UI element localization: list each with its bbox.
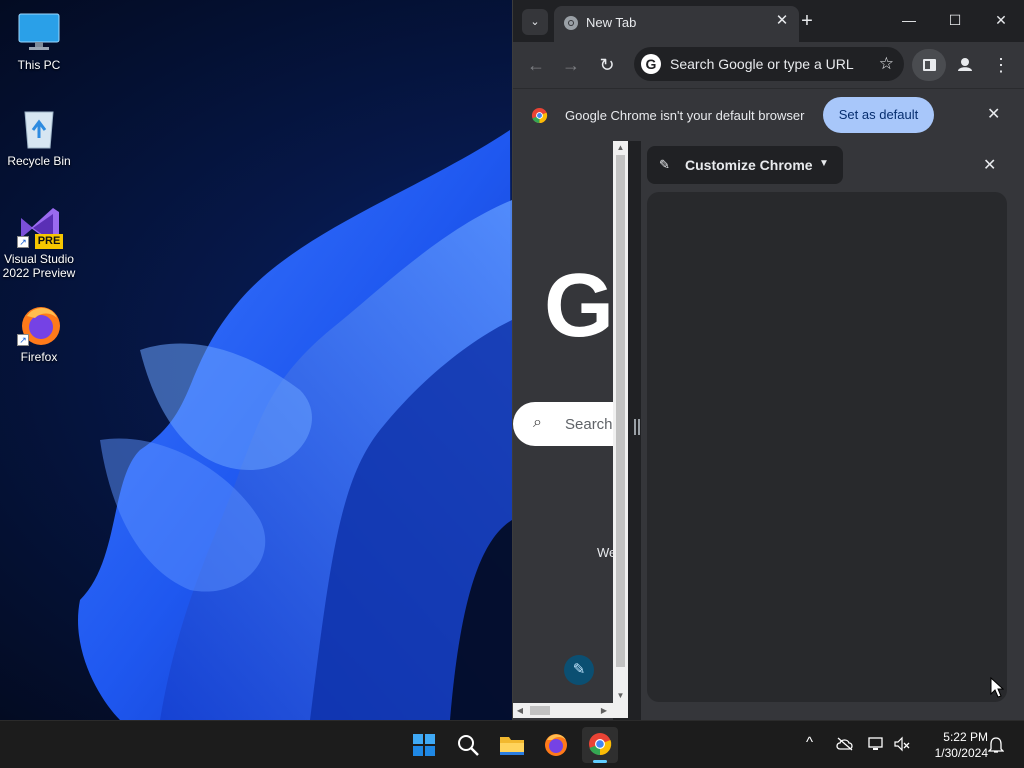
scrollbar-thumb[interactable] bbox=[530, 706, 550, 715]
active-app-indicator bbox=[593, 760, 607, 763]
chrome-logo-icon bbox=[531, 107, 548, 124]
start-button[interactable] bbox=[406, 727, 442, 763]
side-panel-close-button[interactable]: ✕ bbox=[983, 155, 996, 175]
side-panel-button[interactable] bbox=[912, 49, 946, 81]
shortcut-arrow-icon: ↗ bbox=[17, 236, 29, 248]
set-as-default-button[interactable]: Set as default bbox=[823, 97, 934, 133]
horizontal-scrollbar[interactable]: ◀ ▶ bbox=[513, 703, 628, 718]
google-logo: G bbox=[544, 256, 613, 356]
tab-new-tab[interactable]: New Tab ✕ bbox=[554, 6, 799, 42]
desktop-icon-label: Firefox bbox=[20, 350, 58, 364]
visual-studio-icon: PRE ↗ bbox=[17, 204, 63, 249]
customize-pencil-button[interactable]: ✎ bbox=[564, 655, 594, 685]
desktop-icon-recycle-bin[interactable]: Recycle Bin bbox=[0, 106, 78, 168]
firefox-icon: ↗ bbox=[17, 302, 61, 346]
desktop-icon-label: Visual Studio bbox=[4, 252, 74, 266]
toolbar: ← → ↻ G Search Google or type a URL ☆ ⋮ bbox=[513, 42, 1024, 88]
taskbar-firefox[interactable] bbox=[538, 727, 574, 763]
tab-title: New Tab bbox=[586, 15, 637, 30]
desktop-icon-label: This PC bbox=[17, 58, 61, 72]
bookmark-star-icon[interactable]: ☆ bbox=[879, 54, 894, 74]
mouse-cursor-icon bbox=[990, 677, 1004, 698]
default-browser-infobar: Google Chrome isn't your default browser… bbox=[513, 88, 1024, 141]
side-panel-header-dropdown[interactable]: ✎ Customize Chrome ▼ bbox=[647, 146, 843, 184]
tab-search-button[interactable]: ⌄ bbox=[522, 9, 548, 35]
side-panel-title: Customize Chrome bbox=[685, 157, 813, 173]
omnibox-placeholder: Search Google or type a URL bbox=[670, 56, 854, 72]
cloud-offline-icon[interactable] bbox=[836, 737, 854, 751]
infobar-close-button[interactable]: ✕ bbox=[987, 104, 1000, 124]
volume-muted-icon[interactable] bbox=[893, 736, 911, 752]
taskbar-file-explorer[interactable] bbox=[494, 727, 530, 763]
side-panel-resize-handle[interactable] bbox=[634, 419, 640, 435]
shortcut-arrow-icon: ↗ bbox=[17, 334, 29, 346]
desktop-icon-this-pc[interactable]: This PC bbox=[0, 10, 78, 72]
side-panel-body bbox=[647, 192, 1007, 702]
ntp-search-box[interactable]: ⌕ Search bbox=[513, 402, 613, 446]
scroll-left-arrow-icon[interactable]: ◀ bbox=[513, 703, 527, 718]
ntp-search-placeholder: Search bbox=[565, 416, 613, 433]
ntp-partial-text: We bbox=[597, 545, 613, 560]
taskbar-chrome[interactable] bbox=[582, 727, 618, 763]
notifications-bell-icon[interactable] bbox=[988, 736, 1004, 754]
scrollbar-thumb[interactable] bbox=[616, 155, 625, 667]
profile-icon bbox=[958, 58, 972, 71]
forward-button[interactable]: → bbox=[556, 50, 586, 80]
tray-overflow-chevron-icon[interactable]: ^ bbox=[806, 734, 813, 751]
search-icon: ⌕ bbox=[533, 414, 542, 431]
chrome-window: ⌄ New Tab ✕ + — ☐ ✕ ← → ↻ G Search Googl… bbox=[512, 0, 1024, 720]
taskbar: ^ 5:22 PM 1/30/2024 bbox=[0, 720, 1024, 768]
preview-badge: PRE bbox=[35, 234, 63, 249]
scroll-down-arrow-icon[interactable]: ▼ bbox=[613, 689, 628, 703]
back-button[interactable]: ← bbox=[521, 50, 551, 80]
scroll-right-arrow-icon[interactable]: ▶ bbox=[597, 703, 611, 718]
chrome-icon bbox=[589, 733, 612, 756]
new-tab-page: G ⌕ Search We ✎ bbox=[513, 141, 613, 720]
tab-close-button[interactable]: ✕ bbox=[773, 12, 791, 30]
new-tab-button[interactable]: + bbox=[794, 8, 820, 34]
taskbar-clock[interactable]: 5:22 PM 1/30/2024 bbox=[918, 729, 988, 761]
vertical-scrollbar[interactable]: ▲ ▼ bbox=[613, 141, 628, 703]
network-icon[interactable] bbox=[867, 736, 885, 752]
page-content: G ⌕ Search We ✎ ▲ ▼ ◀ ▶ ✎ Customize Chro… bbox=[513, 141, 1024, 720]
maximize-button[interactable]: ☐ bbox=[932, 0, 978, 40]
taskbar-search-button[interactable] bbox=[450, 727, 486, 763]
side-panel-icon bbox=[923, 59, 936, 71]
desktop-icon-label: 2022 Preview bbox=[2, 266, 76, 280]
chrome-favicon-icon bbox=[564, 16, 578, 30]
minimize-button[interactable]: — bbox=[886, 0, 932, 40]
close-window-button[interactable]: ✕ bbox=[978, 0, 1024, 40]
start-icon bbox=[413, 734, 435, 756]
clock-time: 5:22 PM bbox=[943, 730, 988, 744]
google-g-icon: G bbox=[641, 54, 661, 74]
profile-button[interactable] bbox=[950, 50, 980, 80]
omnibox[interactable]: G Search Google or type a URL ☆ bbox=[634, 47, 904, 81]
recycle-bin-icon bbox=[17, 106, 61, 150]
file-explorer-icon bbox=[500, 737, 524, 755]
search-icon bbox=[458, 735, 479, 756]
dropdown-caret-icon: ▼ bbox=[819, 158, 829, 169]
scroll-up-arrow-icon[interactable]: ▲ bbox=[613, 141, 628, 155]
clock-date: 1/30/2024 bbox=[934, 746, 988, 760]
reload-button[interactable]: ↻ bbox=[592, 50, 622, 80]
firefox-icon bbox=[545, 734, 567, 756]
infobar-message: Google Chrome isn't your default browser bbox=[565, 108, 805, 123]
desktop-icon-firefox[interactable]: ↗ Firefox bbox=[0, 302, 78, 364]
customize-chrome-side-panel: ✎ Customize Chrome ▼ ✕ bbox=[641, 141, 1024, 720]
pencil-icon: ✎ bbox=[659, 157, 670, 172]
desktop-icon-label: Recycle Bin bbox=[7, 154, 71, 168]
chrome-menu-button[interactable]: ⋮ bbox=[986, 50, 1016, 80]
monitor-icon bbox=[17, 10, 61, 54]
tab-strip: ⌄ New Tab ✕ + — ☐ ✕ bbox=[513, 0, 1024, 42]
desktop-icon-visual-studio[interactable]: PRE ↗ Visual Studio 2022 Preview bbox=[0, 204, 78, 280]
